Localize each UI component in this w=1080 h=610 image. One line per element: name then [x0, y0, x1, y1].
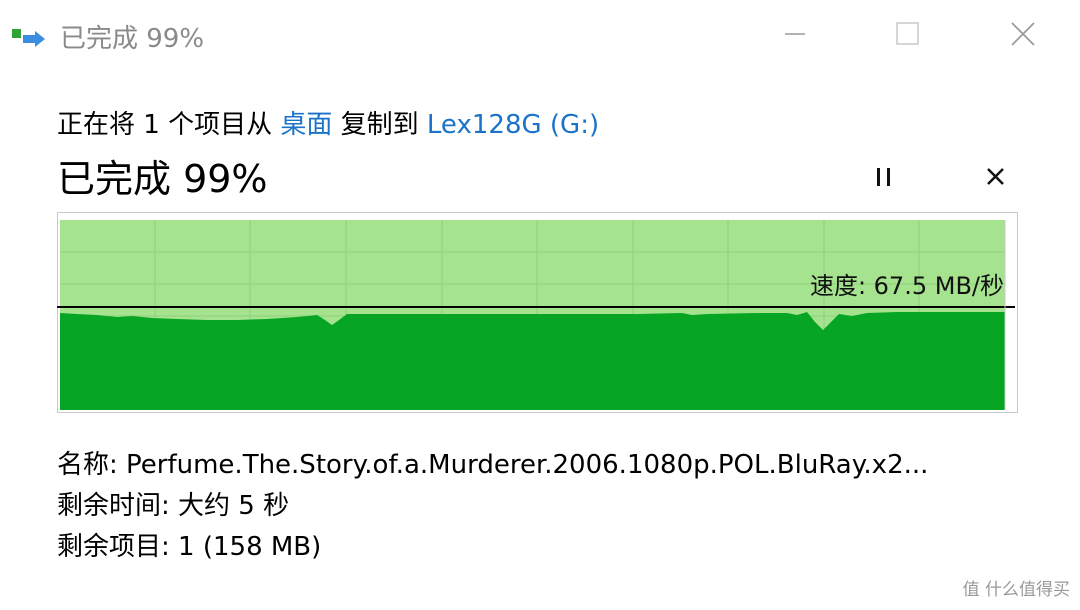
watermark: 值 什么值得买 [963, 575, 1070, 600]
time-remaining-label: 剩余时间: [57, 491, 170, 521]
pause-icon [877, 168, 890, 186]
pause-button[interactable] [862, 155, 906, 199]
minimize-icon [785, 33, 805, 35]
close-window-button[interactable] [993, 10, 1053, 58]
name-label: 名称: [57, 450, 118, 480]
source-link[interactable]: 桌面 [280, 110, 332, 140]
items-remaining-row: 剩余项目: 1 (158 MB) [57, 527, 928, 568]
close-icon [1011, 22, 1035, 46]
name-row: 名称: Perfume.The.Story.of.a.Murderer.2006… [57, 445, 928, 486]
title-bar: 已完成 99% [0, 0, 1080, 70]
watermark-text: 值 什么值得买 [962, 580, 1070, 600]
items-remaining-label: 剩余项目: [57, 532, 170, 562]
speed-graph-canvas [56, 211, 1019, 414]
speed-label: 速度: 67.5 MB/秒 [809, 272, 1004, 300]
copy-transfer-icon [12, 29, 45, 47]
destination-link[interactable]: Lex128G (G:) [427, 110, 599, 140]
maximize-icon [896, 22, 919, 45]
operation-description: 正在将 1 个项目从 桌面 复制到 Lex128G (G:) [57, 104, 599, 141]
maximize-button[interactable] [878, 10, 938, 58]
minimize-button[interactable] [765, 10, 825, 58]
cancel-icon [987, 168, 1004, 185]
window-title: 已完成 99% [60, 24, 205, 54]
speed-history-area [60, 312, 1005, 410]
progress-title: 已完成 99% [57, 157, 268, 201]
transfer-details: 名称: Perfume.The.Story.of.a.Murderer.2006… [57, 445, 928, 568]
operation-prefix: 正在将 1 个项目从 [57, 110, 273, 140]
time-remaining-value: 大约 5 秒 [178, 491, 290, 521]
cancel-button[interactable] [973, 155, 1017, 199]
operation-middle: 复制到 [340, 110, 419, 140]
name-value: Perfume.The.Story.of.a.Murderer.2006.108… [126, 450, 929, 480]
speed-graph: 速度: 67.5 MB/秒 [56, 211, 1019, 414]
items-remaining-value: 1 (158 MB) [178, 532, 322, 562]
time-remaining-row: 剩余时间: 大约 5 秒 [57, 486, 928, 527]
